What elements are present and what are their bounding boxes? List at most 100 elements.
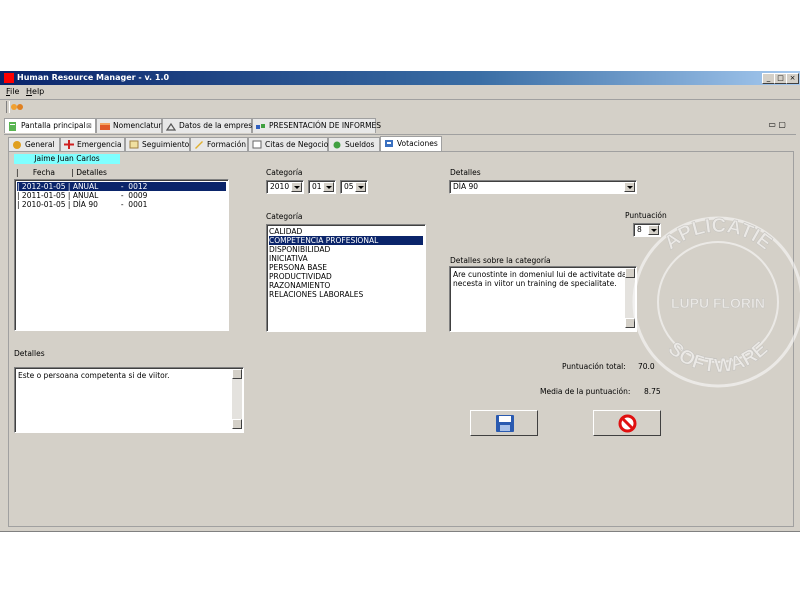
toolbar-divider — [0, 99, 800, 100]
chevron-down-icon[interactable] — [323, 182, 334, 192]
tab-formacion[interactable]: Formación — [190, 137, 248, 151]
tab-general[interactable]: General — [8, 137, 60, 151]
chevron-down-icon[interactable] — [355, 182, 366, 192]
people-icon[interactable] — [11, 103, 23, 111]
detalles-select[interactable]: DÍA 90 — [449, 180, 637, 194]
category-item[interactable]: RAZONAMIENTO — [269, 281, 423, 290]
history-row[interactable]: | 2012-01-05 | ANUAL - 0012 — [17, 182, 226, 191]
pencil-icon — [195, 141, 203, 149]
tab-sueldos[interactable]: Sueldos — [328, 137, 380, 151]
close-button[interactable]: × — [786, 73, 799, 84]
history-row[interactable]: | 2011-01-05 | ANUAL - 0009 — [17, 191, 226, 200]
tab-label: Pantalla principal — [21, 121, 86, 130]
puntuacion-total-label: Puntuación total: — [562, 362, 626, 371]
detalles-bottom-text: Este o persoana competenta si de viitor. — [18, 371, 170, 380]
category-item[interactable]: CALIDAD — [269, 227, 423, 236]
general-icon — [13, 141, 21, 149]
tracking-icon — [129, 140, 139, 149]
detalles-bottom-label: Detalles — [14, 349, 45, 358]
tab-votaciones[interactable]: Votaciones — [380, 136, 442, 151]
tab-label: Datos de la empresa — [179, 121, 257, 130]
category-item[interactable]: PRODUCTIVIDAD — [269, 272, 423, 281]
detalles-bottom-textarea[interactable]: Este o persoana competenta si de viitor. — [14, 367, 244, 433]
detalles-select-value: DÍA 90 — [453, 182, 479, 191]
year-select[interactable]: 2010 — [266, 180, 304, 194]
header-fecha[interactable]: Fecha — [33, 168, 55, 177]
tab-label: Seguimiento — [142, 140, 190, 149]
tab-presentacion-informes[interactable]: PRESENTACIÓN DE INFORMES — [252, 118, 381, 133]
category-item[interactable]: INICIATIVA — [269, 254, 423, 263]
tab-label: Emergencia — [77, 140, 122, 149]
tab-datos-empresa[interactable]: Datos de la empresa — [162, 118, 257, 133]
scroll-down-icon[interactable] — [232, 419, 242, 429]
tab-label: Sueldos — [345, 140, 375, 149]
close-tab-icon[interactable]: ⊠ — [86, 119, 92, 133]
menu-file[interactable]: File — [6, 87, 19, 96]
votes-icon — [385, 140, 393, 147]
outer-tab-bar: Pantalla principal ⊠ Nomenclatura Datos … — [4, 118, 796, 135]
app-icon — [4, 73, 14, 83]
calendar-icon — [252, 140, 262, 149]
floppy-disk-icon — [496, 415, 514, 432]
history-header: | Fecha | Detalles — [16, 168, 107, 177]
tab-label: Formación — [207, 140, 247, 149]
watermark-top-text: APLICATIE — [660, 215, 776, 254]
cancel-button[interactable] — [593, 410, 661, 436]
tab-label: PRESENTACIÓN DE INFORMES — [269, 121, 382, 130]
media-puntuacion-label: Media de la puntuación: — [540, 387, 631, 396]
category-item[interactable]: DISPONIBILIDAD — [269, 245, 423, 254]
tab-label: Votaciones — [397, 139, 438, 148]
window-title: Human Resource Manager - v. 1.0 — [17, 73, 170, 82]
column-separator: | — [16, 168, 19, 177]
tab-pantalla-principal[interactable]: Pantalla principal ⊠ — [4, 118, 96, 133]
document-icon — [9, 122, 16, 131]
tab-label: Citas de Negocios — [265, 140, 333, 149]
tab-label: Nomenclatura — [113, 121, 167, 130]
tab-nomenclatura[interactable]: Nomenclatura — [96, 118, 166, 133]
title-bar[interactable]: Human Resource Manager - v. 1.0 _ □ × — [0, 71, 800, 85]
history-list[interactable]: | 2012-01-05 | ANUAL - 0012 | 2011-01-05 … — [14, 179, 229, 331]
category-item[interactable]: PERSONA BASE — [269, 263, 423, 272]
day-select[interactable]: 05 — [340, 180, 368, 194]
detalles-categoria-label: Detalles sobre la categoría — [450, 256, 551, 265]
list-icon — [100, 123, 110, 130]
column-separator: | — [71, 168, 74, 177]
detalles-top-label: Detalles — [450, 168, 481, 177]
watermark-bottom-text: SOFTWARE — [664, 338, 772, 378]
history-row[interactable]: | 2010-01-05 | DÍA 90- 0001 — [17, 200, 226, 209]
vertical-scrollbar[interactable] — [232, 369, 242, 429]
tab-citas-negocios[interactable]: Citas de Negocios — [248, 137, 332, 151]
emergency-cross-icon — [64, 140, 74, 149]
tab-emergencia[interactable]: Emergencia — [60, 137, 125, 151]
category-item[interactable]: RELACIONES LABORALES — [269, 290, 423, 299]
detalles-categoria-text: Are cunostinte in domeniul lui de activi… — [453, 270, 630, 288]
menu-bar: File Help — [0, 86, 800, 98]
toolbar-grip — [6, 101, 10, 113]
year-value: 2010 — [270, 182, 290, 191]
tab-seguimiento[interactable]: Seguimiento — [125, 137, 190, 151]
tab-label: General — [25, 140, 55, 149]
watermark-middle-text: LUPU FLORIN — [671, 295, 765, 311]
categoria-date-label: Categoría — [266, 168, 303, 177]
chevron-down-icon[interactable] — [291, 182, 302, 192]
categoria-list-label: Categoría — [266, 212, 303, 221]
day-value: 05 — [344, 182, 354, 191]
category-item[interactable]: COMPETENCIA PROFESIONAL — [269, 236, 423, 245]
categories-list[interactable]: CALIDAD COMPETENCIA PROFESIONAL DISPONIB… — [266, 224, 426, 332]
month-select[interactable]: 01 — [308, 180, 336, 194]
no-entry-icon — [618, 414, 637, 433]
inner-tab-bar: General Emergencia Seguimiento Formación… — [8, 136, 792, 152]
scroll-up-icon[interactable] — [232, 369, 242, 379]
header-detalles[interactable]: Detalles — [76, 168, 107, 177]
detalles-categoria-textarea[interactable]: Are cunostinte in domeniul lui de activi… — [449, 266, 637, 332]
chevron-down-icon[interactable] — [624, 182, 635, 192]
employee-name: Jaime Juan Carlos — [14, 154, 120, 164]
money-icon — [333, 141, 341, 149]
menu-help[interactable]: Help — [26, 87, 44, 96]
view-minmax-icon[interactable]: ▭ ▢ — [768, 120, 786, 129]
month-value: 01 — [312, 182, 322, 191]
chart-icon — [256, 124, 265, 129]
save-button[interactable] — [470, 410, 538, 436]
building-icon — [166, 122, 176, 131]
watermark-seal: APLICATIE LUPU FLORIN SOFTWARE — [632, 215, 800, 388]
